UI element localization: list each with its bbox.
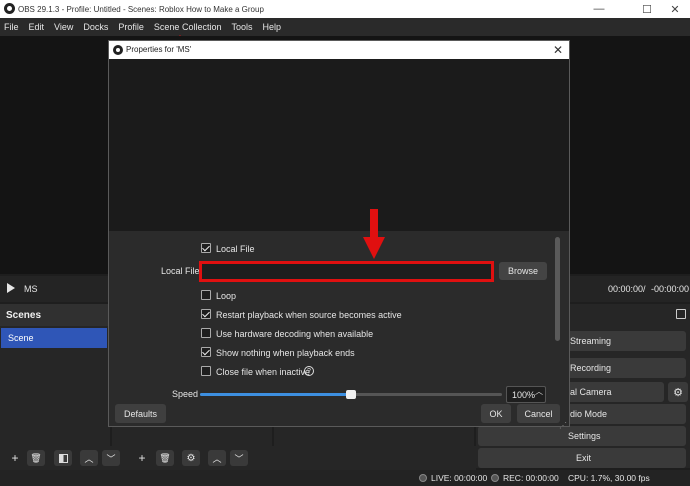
exit-label: Exit [576, 453, 592, 463]
dialog-title: Properties for 'MS' [126, 45, 192, 54]
menu-profile[interactable]: Profile [118, 22, 144, 32]
speed-slider-thumb[interactable] [346, 390, 356, 399]
rec-indicator-icon [491, 474, 499, 482]
menu-help[interactable]: Help [262, 22, 281, 32]
resize-grip-icon[interactable]: ⋰ [559, 421, 567, 430]
remove-source-trash-icon[interactable]: 🗑 [156, 450, 174, 466]
window-title: OBS 29.1.3 - Profile: Untitled - Scenes:… [18, 4, 264, 14]
cancel-button[interactable]: Cancel [517, 404, 560, 423]
hardware-decoding-checkbox[interactable] [201, 328, 211, 338]
local-file-input[interactable] [199, 261, 494, 282]
live-indicator-icon [419, 474, 427, 482]
menu-edit[interactable]: Edit [29, 22, 45, 32]
virtual-camera-settings-gear-icon[interactable]: ⚙ [668, 382, 688, 402]
scene-move-down-chevron-icon[interactable]: ﹀ [102, 450, 120, 466]
loop-checkbox[interactable] [201, 290, 211, 300]
studio-mode-label: udio Mode [565, 409, 608, 419]
speed-label: Speed [172, 389, 199, 399]
window-close-button[interactable]: ✕ [660, 0, 690, 18]
close-when-inactive-checkbox[interactable] [201, 366, 211, 376]
add-source-plus-icon[interactable]: + [133, 450, 151, 466]
local-file-checkbox[interactable] [201, 243, 211, 253]
add-scene-plus-icon[interactable]: + [6, 450, 24, 466]
scene-move-up-chevron-icon[interactable]: ︿ [80, 450, 98, 466]
dock-float-icon[interactable] [676, 309, 686, 319]
menu-docks[interactable]: Docks [83, 22, 108, 32]
speed-up-chevron-icon[interactable]: ︿ [535, 386, 543, 397]
time-separator: / [643, 284, 646, 294]
source-move-up-chevron-icon[interactable]: ︿ [208, 450, 226, 466]
dialog-preview [109, 59, 569, 231]
dialog-scrollbar[interactable] [555, 237, 560, 341]
scene-filters-icon[interactable] [54, 450, 72, 466]
start-streaming-label: t Streaming [565, 336, 612, 346]
rec-time: REC: 00:00:00 [503, 473, 559, 483]
dialog-close-button[interactable]: ✕ [548, 41, 568, 59]
defaults-button[interactable]: Defaults [115, 404, 166, 423]
menu-bar: File Edit View Docks Profile Scene Colle… [0, 18, 690, 36]
obs-logo-icon [4, 3, 15, 14]
ok-button[interactable]: OK [481, 404, 511, 423]
menu-tools[interactable]: Tools [231, 22, 252, 32]
menu-file[interactable]: File [4, 22, 19, 32]
maximize-button[interactable]: ☐ [632, 0, 662, 18]
local-file-field-label: Local File [161, 266, 200, 276]
live-time: LIVE: 00:00:00 [431, 473, 488, 483]
source-properties-gear-icon[interactable]: ⚙ [182, 450, 200, 466]
source-name: MS [24, 284, 38, 294]
local-file-checkbox-label: Local File [216, 244, 255, 254]
scene-item-label: Scene [8, 333, 34, 343]
show-nothing-checkbox[interactable] [201, 347, 211, 357]
restart-playback-label: Restart playback when source becomes act… [216, 310, 402, 320]
start-recording-label: t Recording [565, 363, 612, 373]
menu-view[interactable]: View [54, 22, 73, 32]
help-question-icon[interactable]: ? [304, 366, 314, 376]
time-current: 00:00:00 [608, 284, 644, 294]
speed-value: 100% [512, 390, 536, 400]
scenes-title: Scenes [6, 310, 42, 321]
speed-slider-fill [200, 393, 351, 396]
virtual-camera-label: ual Camera [565, 387, 612, 397]
annotation-arrow-icon [363, 209, 385, 259]
source-move-down-chevron-icon[interactable]: ﹀ [230, 450, 248, 466]
close-when-inactive-label: Close file when inactive [216, 367, 311, 377]
time-total: -00:00:00 [651, 284, 690, 294]
restart-playback-checkbox[interactable] [201, 309, 211, 319]
settings-label: Settings [568, 431, 601, 441]
dialog-obs-logo-icon [113, 45, 123, 55]
play-icon[interactable] [7, 283, 15, 293]
remove-scene-trash-icon[interactable]: 🗑 [27, 450, 45, 466]
hardware-decoding-label: Use hardware decoding when available [216, 329, 374, 339]
show-nothing-label: Show nothing when playback ends [216, 348, 355, 358]
browse-button[interactable]: Browse [499, 262, 547, 280]
cpu-usage: CPU: 1.7%, 30.00 fps [568, 473, 650, 483]
loop-label: Loop [216, 291, 237, 301]
minimize-button[interactable]: — [584, 0, 614, 18]
menu-scene-collection[interactable]: Scene Collection [154, 22, 222, 32]
